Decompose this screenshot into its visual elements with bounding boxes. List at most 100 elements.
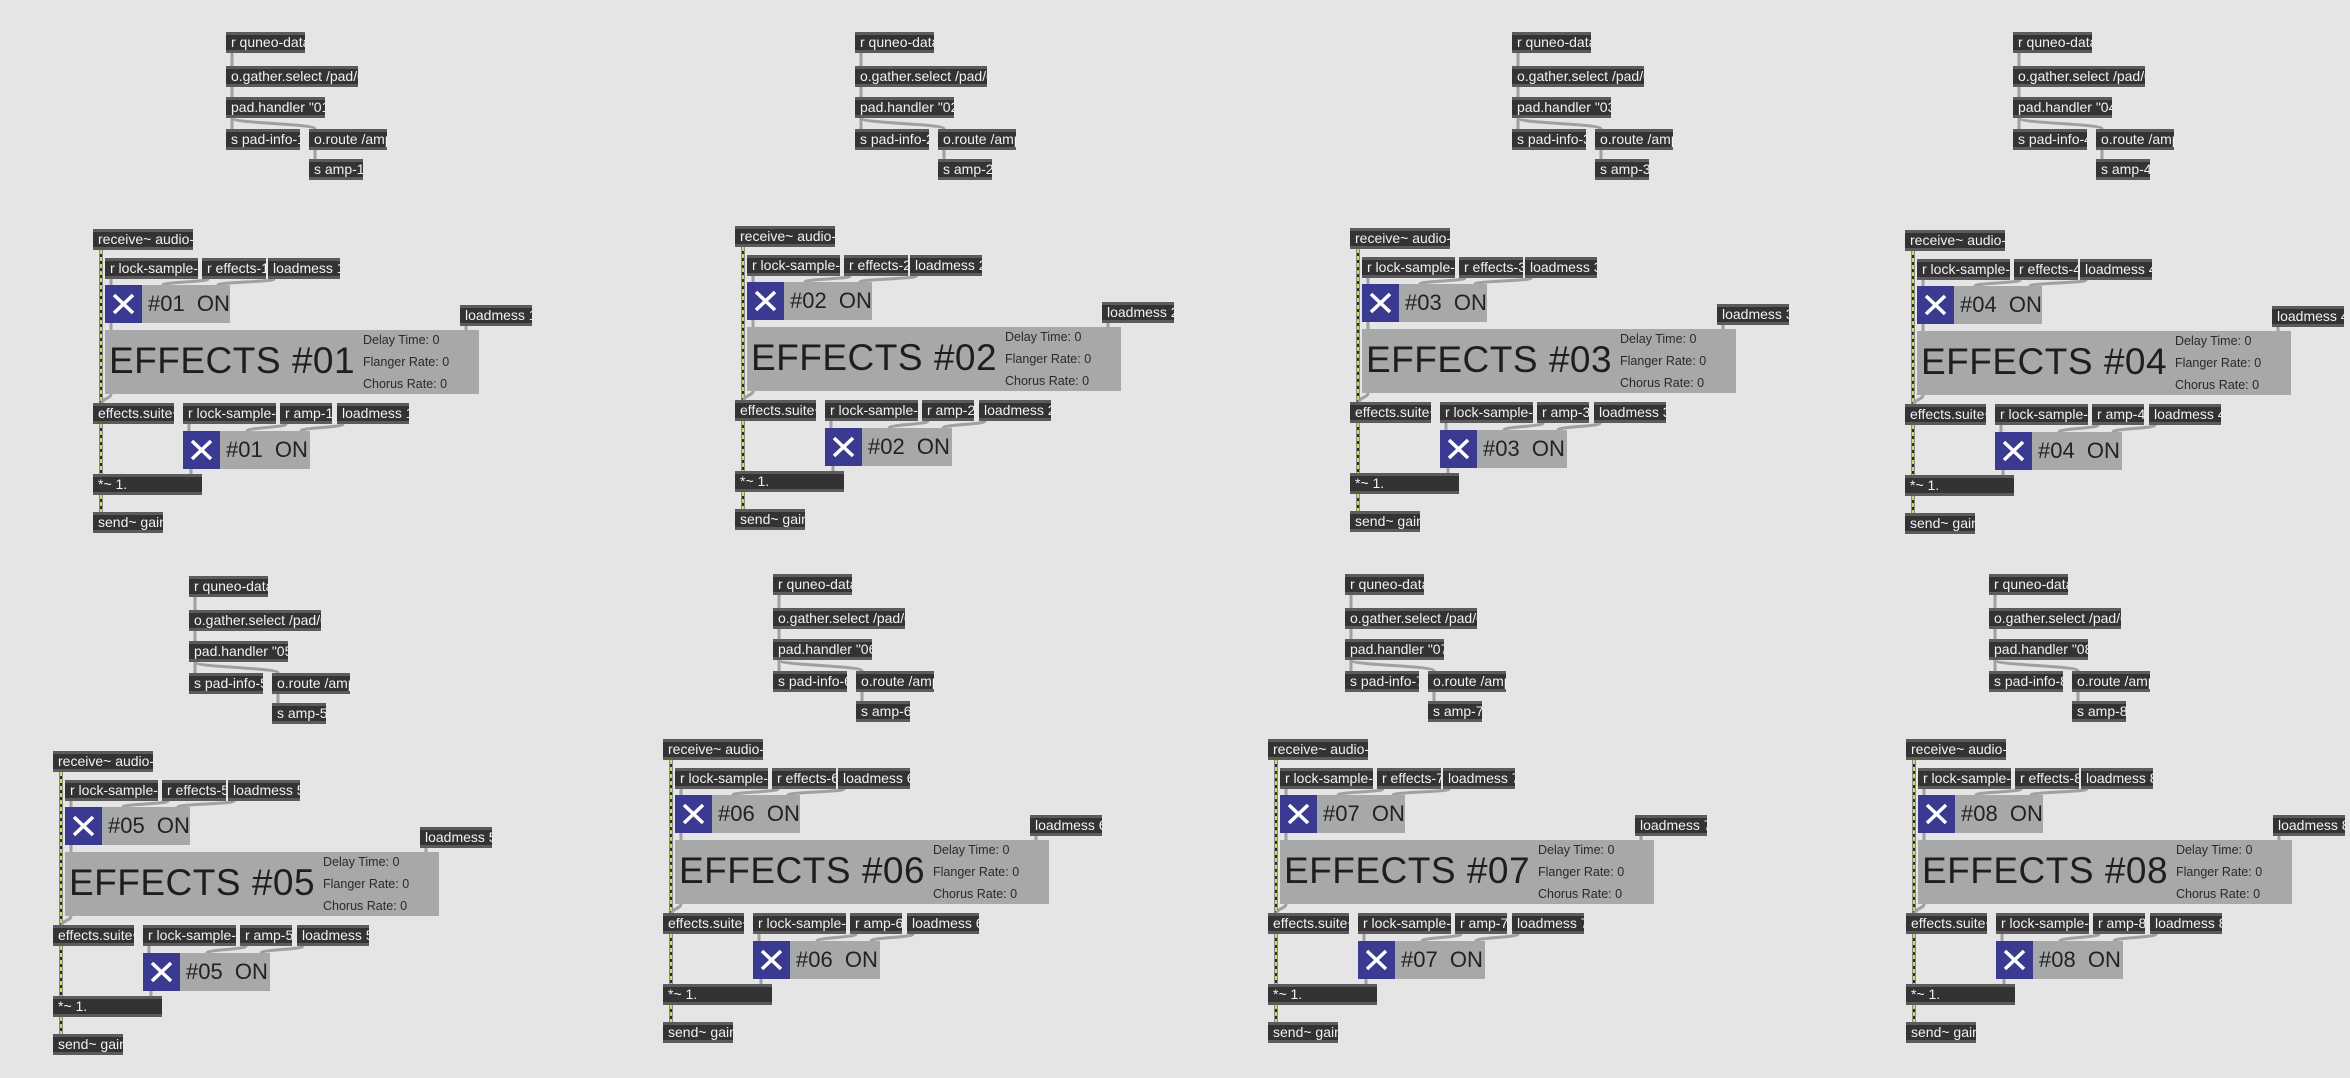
receive-audio-object[interactable]: receive~ audio-3 — [1350, 228, 1450, 249]
multiply-signal-object[interactable]: *~ 1. — [53, 996, 162, 1017]
effects-toggle[interactable] — [747, 282, 784, 320]
pad-handler-object[interactable]: pad.handler "08" — [1989, 639, 2088, 660]
send-gain-object[interactable]: send~ gain — [1268, 1022, 1338, 1043]
r-effects-object[interactable]: r effects-7 — [1377, 768, 1441, 789]
patch-cord[interactable] — [1502, 421, 1545, 432]
r-amp-object[interactable]: r amp-7 — [1455, 913, 1507, 934]
loadmess-object[interactable]: loadmess 1 — [268, 258, 340, 279]
loadmess-object[interactable]: loadmess 8 — [2081, 768, 2153, 789]
receive-audio-object[interactable]: receive~ audio-5 — [53, 751, 153, 772]
loadmess-object[interactable]: loadmess 7 — [1443, 768, 1515, 789]
send-gain-object[interactable]: send~ gain — [1350, 511, 1420, 532]
o-route-amp-object[interactable]: o.route /amp — [2072, 671, 2150, 692]
multiply-signal-object[interactable]: *~ 1. — [1268, 984, 1377, 1005]
r-lock-sample-object[interactable]: r lock-sample-5 — [143, 925, 236, 946]
patch-cord[interactable] — [941, 419, 987, 430]
r-lock-sample-object[interactable]: r lock-sample-3 — [1362, 257, 1455, 278]
loadmess-object[interactable]: loadmess 5 — [228, 780, 300, 801]
loadmess-object[interactable]: loadmess 1 — [337, 403, 409, 424]
patch-cord[interactable] — [1913, 903, 1926, 914]
patch-cord[interactable] — [1420, 932, 1463, 943]
effects-toggle[interactable] — [105, 285, 142, 323]
effects-suite-object[interactable]: effects.suite~ — [735, 400, 816, 421]
patch-cord[interactable] — [670, 903, 683, 914]
r-lock-sample-object[interactable]: r lock-sample-6 — [753, 913, 846, 934]
amp-toggle[interactable] — [1440, 430, 1477, 468]
amp-toggle[interactable] — [183, 431, 220, 469]
loadmess-object[interactable]: loadmess 4 — [2272, 306, 2344, 327]
loadmess-object[interactable]: loadmess 8 — [2273, 815, 2345, 836]
effects-display-panel[interactable]: EFFECTS #03 Delay Time: 0 Flanger Rate: 0 C… — [1362, 329, 1736, 393]
send-gain-object[interactable]: send~ gain — [93, 512, 163, 533]
r-effects-object[interactable]: r effects-1 — [202, 258, 266, 279]
r-lock-sample-object[interactable]: r lock-sample-2 — [825, 400, 918, 421]
loadmess-object[interactable]: loadmess 3 — [1594, 402, 1666, 423]
r-lock-sample-object[interactable]: r lock-sample-3 — [1440, 402, 1533, 423]
r-amp-object[interactable]: r amp-1 — [280, 403, 332, 424]
r-lock-sample-object[interactable]: r lock-sample-8 — [1918, 768, 2011, 789]
effects-toggle[interactable] — [675, 795, 712, 833]
send-amp-object[interactable]: s amp-4 — [2096, 159, 2150, 180]
send-pad-info-object[interactable]: s pad-info-6 — [773, 671, 847, 692]
multiply-signal-object[interactable]: *~ 1. — [735, 471, 844, 492]
amp-toggle[interactable] — [753, 941, 790, 979]
effects-display-panel[interactable]: EFFECTS #01 Delay Time: 0 Flanger Rate: 0 C… — [105, 330, 479, 394]
r-quneo-data-object[interactable]: r quneo-data — [1345, 574, 1424, 595]
patch-cord[interactable] — [60, 915, 73, 926]
patch-cord[interactable] — [2111, 423, 2157, 434]
patch-cord[interactable] — [2057, 423, 2100, 434]
loadmess-object[interactable]: loadmess 2 — [1102, 302, 1174, 323]
multiply-signal-object[interactable]: *~ 1. — [1350, 473, 1459, 494]
effects-suite-object[interactable]: effects.suite~ — [53, 925, 134, 946]
loadmess-object[interactable]: loadmess 5 — [420, 827, 492, 848]
loadmess-object[interactable]: loadmess 4 — [2149, 404, 2221, 425]
r-amp-object[interactable]: r amp-5 — [240, 925, 292, 946]
patch-cord[interactable] — [299, 422, 345, 433]
patch-cord[interactable] — [2017, 116, 2104, 131]
o-gather-select-object[interactable]: o.gather.select /pad/01 — [226, 66, 358, 87]
effects-toggle[interactable] — [1918, 795, 1955, 833]
send-pad-info-object[interactable]: s pad-info-3 — [1512, 129, 1586, 150]
patch-cord[interactable] — [100, 393, 113, 404]
pad-handler-object[interactable]: pad.handler "05" — [189, 641, 288, 662]
send-pad-info-object[interactable]: s pad-info-2 — [855, 129, 929, 150]
multiply-signal-object[interactable]: *~ 1. — [663, 984, 772, 1005]
multiply-signal-object[interactable]: *~ 1. — [93, 474, 202, 495]
o-route-amp-object[interactable]: o.route /amp — [309, 129, 387, 150]
send-pad-info-object[interactable]: s pad-info-8 — [1989, 671, 2063, 692]
patch-cord[interactable] — [1912, 394, 1925, 405]
loadmess-object[interactable]: loadmess 6 — [907, 913, 979, 934]
r-lock-sample-object[interactable]: r lock-sample-7 — [1280, 768, 1373, 789]
effects-suite-object[interactable]: effects.suite~ — [1350, 402, 1431, 423]
amp-toggle[interactable] — [1358, 941, 1395, 979]
receive-audio-object[interactable]: receive~ audio-1 — [93, 229, 193, 250]
send-pad-info-object[interactable]: s pad-info-7 — [1345, 671, 1419, 692]
send-amp-object[interactable]: s amp-8 — [2072, 701, 2126, 722]
send-amp-object[interactable]: s amp-5 — [272, 703, 326, 724]
pad-handler-object[interactable]: pad.handler "04" — [2013, 97, 2112, 118]
patch-cord[interactable] — [815, 932, 858, 943]
patch-cord[interactable] — [1357, 392, 1370, 403]
loadmess-object[interactable]: loadmess 1 — [460, 305, 532, 326]
amp-toggle[interactable] — [1996, 941, 2033, 979]
pad-handler-object[interactable]: pad.handler "02" — [855, 97, 954, 118]
r-amp-object[interactable]: r amp-8 — [2093, 913, 2145, 934]
r-lock-sample-object[interactable]: r lock-sample-8 — [1996, 913, 2089, 934]
r-amp-object[interactable]: r amp-6 — [850, 913, 902, 934]
send-amp-object[interactable]: s amp-6 — [856, 701, 910, 722]
r-amp-object[interactable]: r amp-2 — [922, 400, 974, 421]
send-amp-object[interactable]: s amp-2 — [938, 159, 992, 180]
pad-handler-object[interactable]: pad.handler "07" — [1345, 639, 1444, 660]
r-effects-object[interactable]: r effects-6 — [772, 768, 836, 789]
r-lock-sample-object[interactable]: r lock-sample-2 — [747, 255, 840, 276]
r-quneo-data-object[interactable]: r quneo-data — [773, 574, 852, 595]
patch-cord[interactable] — [887, 419, 930, 430]
patch-cord[interactable] — [2058, 932, 2101, 943]
receive-audio-object[interactable]: receive~ audio-2 — [735, 226, 835, 247]
receive-audio-object[interactable]: receive~ audio-7 — [1268, 739, 1368, 760]
send-gain-object[interactable]: send~ gain — [1906, 1022, 1976, 1043]
receive-audio-object[interactable]: receive~ audio-8 — [1906, 739, 2006, 760]
loadmess-object[interactable]: loadmess 2 — [910, 255, 982, 276]
send-amp-object[interactable]: s amp-1 — [309, 159, 363, 180]
send-amp-object[interactable]: s amp-3 — [1595, 159, 1649, 180]
